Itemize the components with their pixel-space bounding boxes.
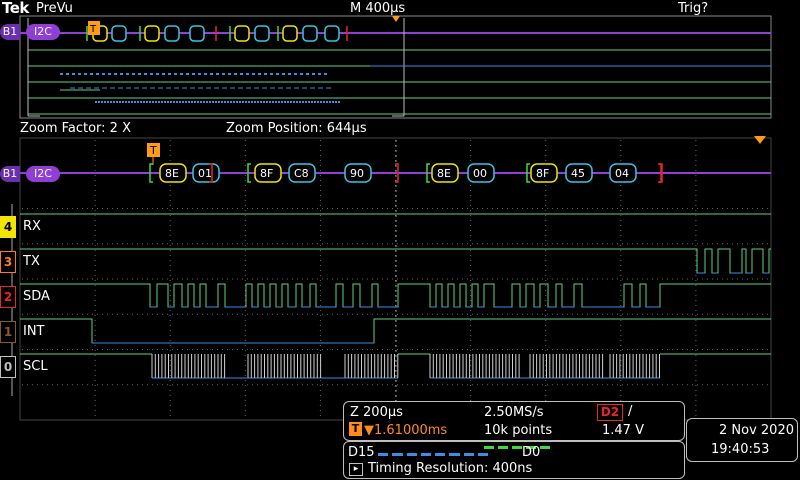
packet-byte-label: 8E (165, 167, 179, 180)
date-readout: 2 Nov 2020 (719, 423, 794, 438)
overview-packet-8 (302, 25, 318, 42)
overview-packet-5 (234, 25, 250, 42)
overview-packet-9 (324, 25, 340, 42)
packet-byte-label: C8 (294, 167, 309, 180)
overview-packet-7 (282, 25, 298, 42)
overview-packet-3 (164, 25, 180, 42)
channel-tag-d1[interactable]: 1 (0, 321, 16, 343)
overview-packet-1 (111, 25, 127, 42)
channel-label-int: INT (23, 324, 45, 339)
zoom-trigger-marker-label: T (149, 144, 157, 157)
digital-activity-bar (378, 453, 488, 457)
overview-trigger-marker-label: T (89, 24, 97, 35)
digital-range-left: D15 (348, 445, 375, 460)
packet-byte-label: 8E (437, 167, 451, 180)
zoom-scale-readout: Z 200µs (350, 405, 403, 420)
packet-byte-label: 45 (571, 167, 585, 180)
packet-byte-label: 8F (536, 167, 549, 180)
overview-trigger-icon (392, 16, 400, 22)
channel-label-scl: SCL (23, 359, 48, 374)
timing-icon: ▸ (349, 463, 363, 476)
trigger-marker-icon: T (349, 422, 362, 436)
channel-tag-d0[interactable]: 0 (0, 356, 16, 378)
trigger-position-readout: ▼1.61000ms (364, 423, 448, 438)
trigger-level-readout: 1.47 V (602, 423, 644, 438)
packet-byte-label: 01 (198, 167, 212, 180)
overview-bus-label: I2C (26, 24, 60, 40)
overview-packet-4 (189, 25, 205, 42)
channel-tag-d3[interactable]: 3 (0, 251, 16, 273)
time-readout: 19:40:53 (711, 442, 770, 457)
zoom-bus-tag[interactable]: B1 (0, 166, 20, 182)
trigger-slope-icon: / (628, 404, 633, 419)
packet-byte-label: 90 (350, 167, 364, 180)
packet-byte-label: 00 (473, 167, 487, 180)
packet-byte-label: 04 (615, 167, 629, 180)
sample-rate-readout: 2.50MS/s (484, 405, 544, 420)
zoom-bus-label: I2C (26, 166, 60, 182)
overview-packet-2 (144, 25, 160, 42)
packet-byte-label: 8F (260, 167, 273, 180)
timing-resolution-readout: Timing Resolution: 400ns (368, 461, 533, 476)
overview-packet-6 (254, 25, 270, 42)
acquisition-readout-panel[interactable]: Z 200µs T ▼1.61000ms 2.50MS/s 10k points… (343, 401, 685, 441)
digital-range-right: D0 (522, 445, 541, 460)
datetime-panel: 2 Nov 2020 19:40:53 (686, 418, 798, 462)
overview-bus-tag[interactable]: B1 (0, 24, 20, 40)
trigger-source-badge: D2 (597, 404, 623, 421)
channel-tag-d2[interactable]: 2 (0, 286, 16, 308)
channel-label-rx: RX (23, 219, 41, 234)
digital-readout-panel[interactable]: D15 D0 ▸ Timing Resolution: 400ns (343, 441, 685, 479)
zoom-trigger-icon (754, 136, 766, 144)
channel-tag-d4[interactable]: 4 (0, 216, 16, 238)
record-length-readout: 10k points (484, 423, 553, 438)
channel-label-sda: SDA (23, 289, 50, 304)
channel-label-tx: TX (23, 254, 40, 269)
